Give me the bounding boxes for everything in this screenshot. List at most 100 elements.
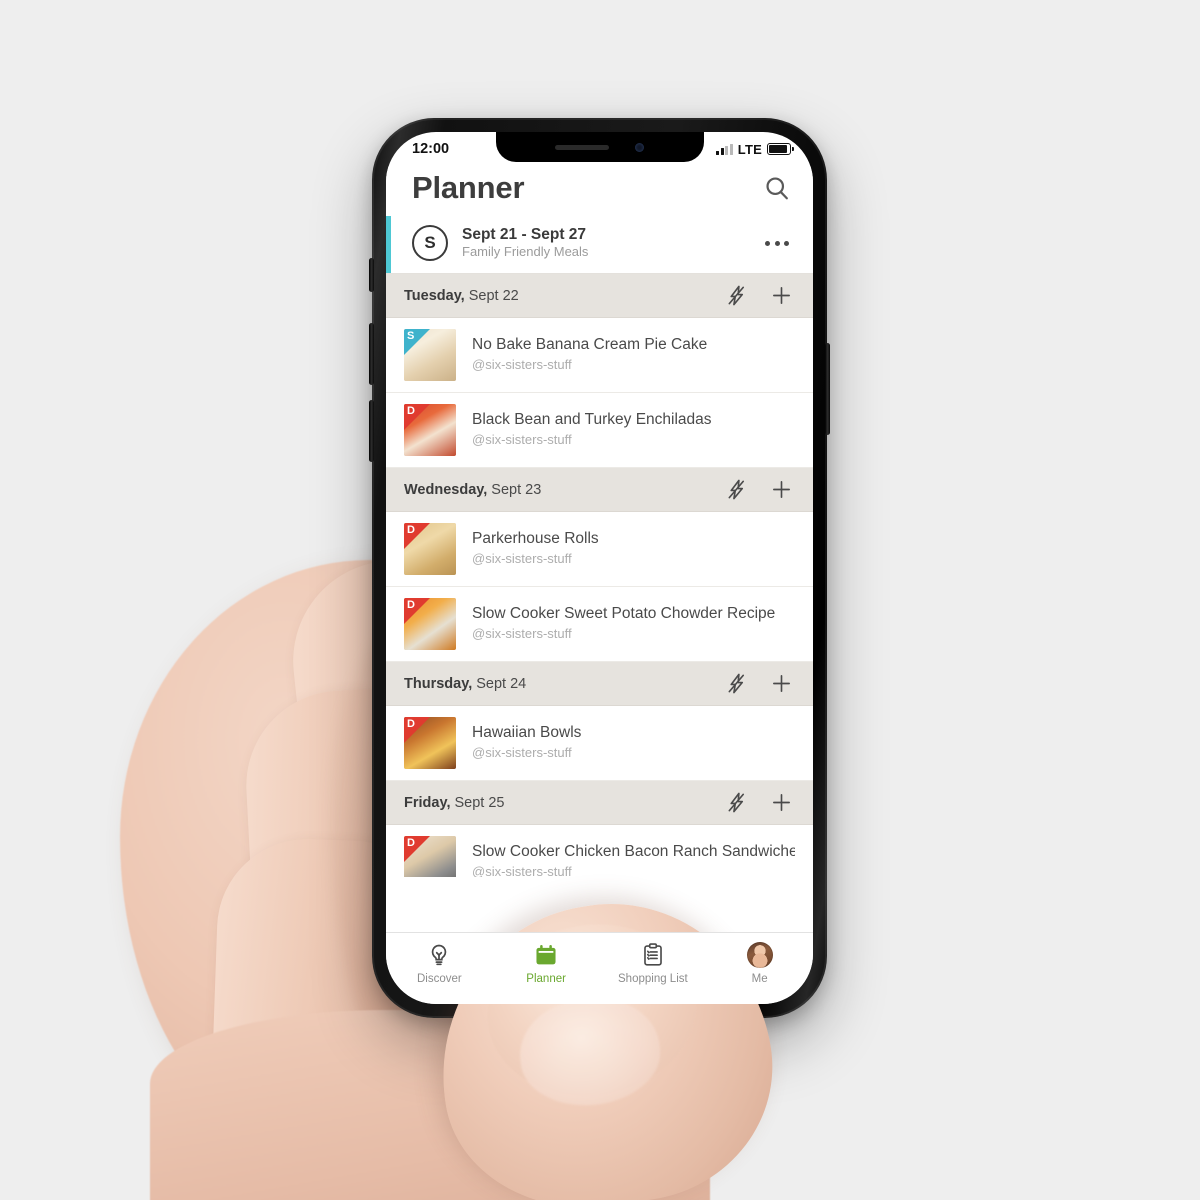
plus-icon[interactable]	[770, 478, 793, 501]
day-date: Sept 22	[464, 287, 519, 304]
avatar-icon	[746, 942, 773, 968]
volume-down-button[interactable]	[369, 400, 374, 462]
day-header: Wednesday, Sept 23	[386, 468, 813, 513]
meal-author: @six-sisters-stuff	[472, 745, 572, 761]
phone-screen: 12:00 LTE Planner S Sept 21 - Sept 27 Fa…	[386, 132, 813, 1004]
day-weekday: Wednesday,	[404, 481, 488, 498]
tab-label: Discover	[417, 973, 462, 985]
notch	[495, 132, 704, 162]
plus-icon[interactable]	[770, 791, 793, 814]
meal-plan-row[interactable]: S Sept 21 - Sept 27 Family Friendly Meal…	[386, 216, 813, 274]
meal-text: Hawaiian Bowls @six-sisters-stuff	[472, 723, 795, 763]
lightning-bolt-icon[interactable]	[725, 672, 748, 695]
search-icon[interactable]	[763, 174, 791, 202]
meal-text: Slow Cooker Sweet Potato Chowder Recipe @…	[472, 604, 795, 644]
meal-row[interactable]: S No Bake Banana Cream Pie Cake @six-siste…	[386, 318, 813, 394]
meal-row[interactable]: D Slow Cooker Chicken Bacon Ranch Sandwic…	[386, 825, 813, 878]
day-header: Tuesday, Sept 22	[386, 274, 813, 319]
planner-list[interactable]: Tuesday, Sept 22 S No Bake Banana Cream Pi…	[386, 273, 813, 878]
phone-device: 12:00 LTE Planner S Sept 21 - Sept 27 Fa…	[369, 118, 830, 1018]
plan-text: Sept 21 - Sept 27 Family Friendly Meals	[462, 225, 749, 261]
day-weekday: Thursday,	[404, 675, 473, 692]
meal-text: Parkerhouse Rolls @six-sisters-stuff	[472, 529, 795, 569]
day-actions	[725, 284, 793, 307]
day-actions	[725, 672, 793, 695]
meal-thumbnail: D	[404, 836, 456, 878]
tab-label: Me	[751, 973, 768, 985]
status-indicators: LTE	[716, 141, 794, 157]
meal-thumbnail: D	[404, 404, 456, 457]
meal-row[interactable]: D Parkerhouse Rolls @six-sisters-stuff	[386, 512, 813, 588]
more-options-icon[interactable]	[763, 233, 791, 254]
day-actions	[725, 791, 793, 814]
meal-type-letter: D	[407, 718, 415, 731]
speaker-grille-icon	[555, 144, 609, 150]
clipboard-icon	[644, 943, 662, 966]
battery-icon	[767, 143, 794, 155]
day-label: Tuesday, Sept 22	[404, 288, 725, 304]
meal-author: @six-sisters-stuff	[472, 864, 572, 878]
lightning-bolt-icon[interactable]	[725, 478, 748, 501]
meal-title: Hawaiian Bowls	[472, 724, 582, 742]
page-title: Planner	[412, 170, 525, 205]
plan-avatar: S	[412, 225, 448, 262]
calendar-icon	[536, 945, 556, 965]
tab-discover[interactable]: Discover	[386, 942, 493, 985]
meal-type-letter: D	[407, 599, 415, 612]
scene: 12:00 LTE Planner S Sept 21 - Sept 27 Fa…	[0, 0, 1200, 1200]
lightbulb-icon	[432, 944, 447, 966]
day-label: Friday, Sept 25	[404, 795, 725, 811]
day-header: Friday, Sept 25	[386, 781, 813, 826]
meal-text: Black Bean and Turkey Enchiladas @six-sis…	[472, 410, 795, 450]
lightning-bolt-icon[interactable]	[725, 791, 748, 814]
meal-row[interactable]: D Black Bean and Turkey Enchiladas @six-si…	[386, 393, 813, 469]
meal-thumbnail: D	[404, 523, 456, 576]
meal-author: @six-sisters-stuff	[472, 432, 572, 448]
day-date: Sept 24	[472, 675, 527, 692]
app-header: Planner	[386, 166, 813, 216]
meal-type-letter: S	[407, 330, 415, 343]
meal-author: @six-sisters-stuff	[472, 626, 572, 642]
day-label: Thursday, Sept 24	[404, 676, 725, 692]
day-actions	[725, 478, 793, 501]
meal-author: @six-sisters-stuff	[472, 551, 572, 567]
day-date: Sept 25	[450, 794, 505, 811]
meal-row[interactable]: D Hawaiian Bowls @six-sisters-stuff	[386, 706, 813, 782]
plan-accent-bar	[386, 216, 391, 274]
day-header: Thursday, Sept 24	[386, 662, 813, 707]
day-label: Wednesday, Sept 23	[404, 482, 725, 498]
meal-title: Parkerhouse Rolls	[472, 530, 599, 548]
meal-title: Slow Cooker Sweet Potato Chowder Recipe	[472, 605, 776, 623]
status-time: 12:00	[412, 141, 450, 157]
plus-icon[interactable]	[770, 284, 793, 307]
tab-me[interactable]: Me	[706, 942, 813, 985]
meal-title: No Bake Banana Cream Pie Cake	[472, 336, 708, 354]
silent-switch[interactable]	[369, 258, 374, 292]
meal-text: No Bake Banana Cream Pie Cake @six-sister…	[472, 335, 795, 375]
volume-up-button[interactable]	[369, 323, 374, 385]
tab-shopping-list[interactable]: Shopping List	[600, 942, 707, 985]
meal-thumbnail: S	[404, 329, 456, 382]
tab-label: Shopping List	[618, 973, 688, 985]
power-button[interactable]	[825, 343, 830, 435]
day-date: Sept 23	[487, 481, 542, 498]
meal-type-letter: D	[407, 524, 415, 537]
meal-text: Slow Cooker Chicken Bacon Ranch Sandwich…	[472, 842, 795, 877]
day-weekday: Tuesday,	[404, 287, 465, 304]
meal-title: Slow Cooker Chicken Bacon Ranch Sandwich…	[472, 843, 795, 861]
meal-thumbnail: D	[404, 598, 456, 651]
meal-row[interactable]: D Slow Cooker Sweet Potato Chowder Recipe…	[386, 587, 813, 663]
tab-label: Planner	[526, 973, 566, 985]
lightning-bolt-icon[interactable]	[725, 284, 748, 307]
front-camera-icon	[635, 142, 644, 152]
plan-date-range: Sept 21 - Sept 27	[462, 226, 587, 243]
signal-bars-icon	[716, 143, 733, 155]
meal-title: Black Bean and Turkey Enchiladas	[472, 411, 712, 429]
meal-thumbnail: D	[404, 717, 456, 770]
network-label: LTE	[737, 141, 762, 157]
plus-icon[interactable]	[770, 672, 793, 695]
bottom-tab-bar: Discover Planner Shopping List Me	[386, 932, 813, 1004]
plan-subtitle: Family Friendly Meals	[462, 244, 589, 260]
meal-type-letter: D	[407, 405, 415, 418]
tab-planner[interactable]: Planner	[493, 942, 600, 985]
